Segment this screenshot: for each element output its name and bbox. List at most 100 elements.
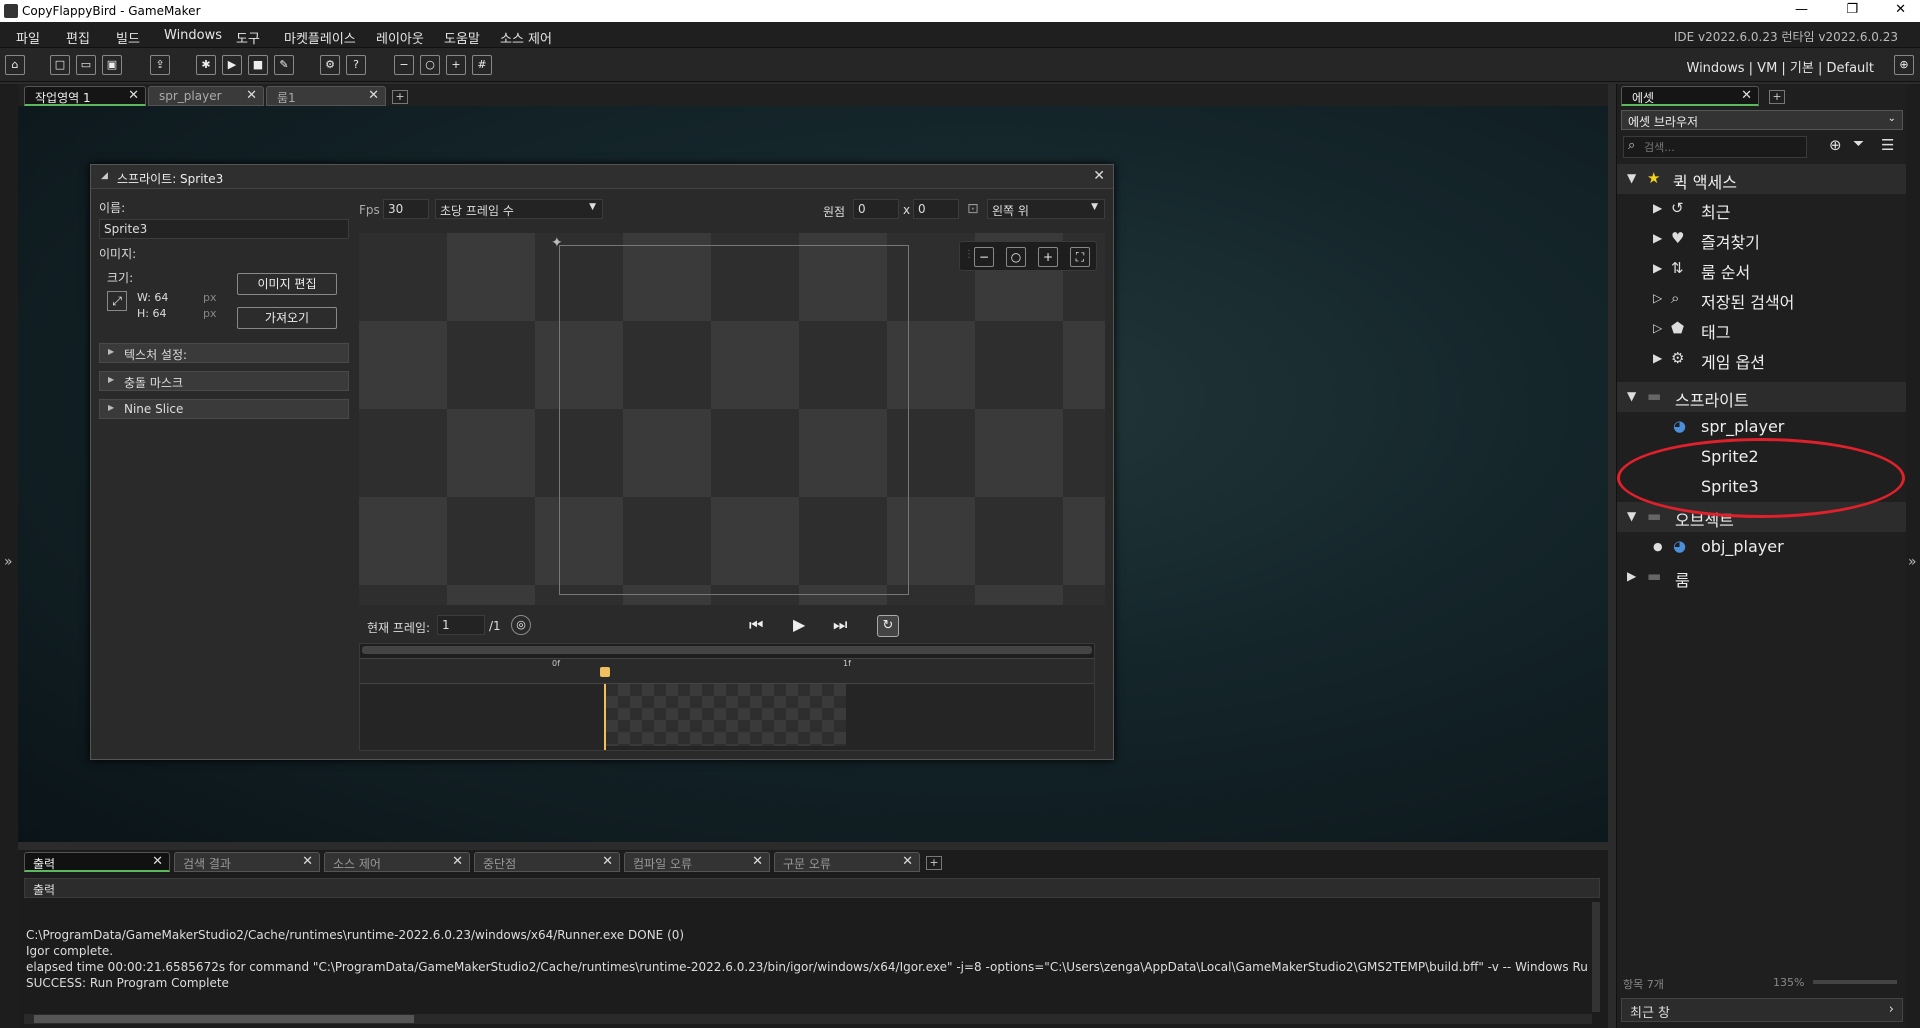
tab-source-control[interactable]: 소스 제어 ✕: [324, 852, 470, 872]
close-icon[interactable]: ✕: [128, 88, 139, 103]
add-asset-icon[interactable]: ⊕: [1829, 136, 1842, 154]
origin-x-input[interactable]: 0: [853, 199, 899, 219]
close-icon[interactable]: ✕: [452, 854, 463, 869]
settings-icon[interactable]: ⚙: [320, 55, 340, 75]
onion-skin-icon[interactable]: ◎: [511, 615, 531, 635]
menu-help[interactable]: 도움말: [444, 28, 480, 47]
origin-marker-icon[interactable]: ✦: [551, 235, 563, 251]
close-icon[interactable]: ✕: [602, 854, 613, 869]
origin-y-input[interactable]: 0: [913, 199, 959, 219]
tab-syntax-errors[interactable]: 구문 오류 ✕: [774, 852, 920, 872]
fps-mode-select[interactable]: 초당 프레임 수 ▼: [435, 199, 603, 219]
close-icon[interactable]: ✕: [368, 88, 379, 103]
close-icon[interactable]: ✕: [902, 854, 913, 869]
left-dock-edge[interactable]: »: [0, 84, 18, 1028]
new-project-icon[interactable]: □: [50, 55, 70, 75]
playhead-marker[interactable]: [600, 667, 610, 677]
timeline-scroll[interactable]: [362, 646, 1092, 654]
fit-screen-icon[interactable]: ⛶: [1070, 247, 1090, 267]
quick-access-group[interactable]: ▼ ★ 퀵 액세스: [1617, 164, 1907, 194]
origin-preset-select[interactable]: 왼쪽 위 ▼: [987, 199, 1105, 219]
close-icon[interactable]: ✕: [1741, 88, 1752, 103]
scrollbar-thumb[interactable]: [34, 1015, 414, 1023]
zoom-out-icon[interactable]: −: [974, 247, 994, 267]
import-button[interactable]: 가져오기: [237, 307, 337, 329]
menu-icon[interactable]: ☰: [1881, 136, 1894, 154]
fps-input[interactable]: 30: [383, 199, 429, 219]
zoom-in-icon[interactable]: +: [1038, 247, 1058, 267]
tab-room-1[interactable]: 룸1 ✕: [266, 86, 386, 106]
output-vertical-scrollbar[interactable]: [1592, 902, 1600, 1012]
qa-item-favorites[interactable]: ▶ ♥ 즐겨찾기: [1617, 224, 1907, 254]
lock-icon[interactable]: ⊡: [967, 201, 979, 217]
qa-item-recent[interactable]: ▶ ↺ 최근: [1617, 194, 1907, 224]
target-selector[interactable]: Windows | VM | 기본 | Default: [1687, 57, 1875, 76]
run-icon[interactable]: ▶: [222, 55, 242, 75]
nine-slice-section[interactable]: ▶ Nine Slice: [99, 399, 349, 419]
frame-timeline[interactable]: 0f 1f: [359, 643, 1095, 751]
close-icon[interactable]: ✕: [1093, 168, 1105, 184]
tab-search-results[interactable]: 검색 결과 ✕: [174, 852, 320, 872]
sprite-name-input[interactable]: Sprite3: [99, 219, 349, 239]
drag-handle-icon[interactable]: ⋮: [964, 249, 974, 260]
asset-browser-select[interactable]: 에셋 브라우저 ⌄: [1621, 110, 1903, 130]
qa-item-saved-searches[interactable]: ▷ ⌕ 저장된 검색어: [1617, 284, 1907, 314]
output-horizontal-scrollbar[interactable]: [24, 1014, 1592, 1024]
close-icon[interactable]: ✕: [302, 854, 313, 869]
texture-settings-section[interactable]: ▶ 텍스처 설정:: [99, 343, 349, 363]
qa-item-room-order[interactable]: ▶ ⇅ 룸 순서: [1617, 254, 1907, 284]
tab-assets[interactable]: 에셋 ✕: [1621, 86, 1759, 106]
stop-icon[interactable]: ■: [248, 55, 268, 75]
close-icon[interactable]: ✕: [752, 854, 763, 869]
right-dock-edge[interactable]: »: [1906, 84, 1920, 1028]
tab-spr-player[interactable]: spr_player ✕: [148, 86, 264, 106]
menu-source-control[interactable]: 소스 제어: [500, 28, 552, 47]
grid-icon[interactable]: #: [472, 55, 492, 75]
clean-icon[interactable]: ✎: [274, 55, 294, 75]
menu-edit[interactable]: 편집: [66, 28, 90, 47]
sprite-editor-header[interactable]: ◢ 스프라이트: Sprite3 ✕: [91, 165, 1113, 189]
filter-icon[interactable]: ⏷: [1853, 136, 1864, 152]
menu-tools[interactable]: 도구: [236, 28, 260, 47]
rooms-group[interactable]: ▶ ▬ 룸: [1617, 562, 1907, 592]
frame-track[interactable]: [360, 684, 1094, 750]
current-frame-input[interactable]: 1: [437, 615, 485, 635]
target-gear-icon[interactable]: ⊕: [1894, 55, 1914, 75]
first-frame-icon[interactable]: ⏮: [749, 615, 763, 635]
menu-file[interactable]: 파일: [16, 28, 40, 47]
home-icon[interactable]: ⌂: [5, 55, 25, 75]
collapse-icon[interactable]: ◢: [101, 171, 108, 181]
tab-breakpoints[interactable]: 중단점 ✕: [474, 852, 620, 872]
close-icon[interactable]: ✕: [152, 854, 163, 869]
asset-obj-player[interactable]: ● ◕ obj_player: [1617, 532, 1907, 562]
asset-search-input[interactable]: [1644, 139, 1794, 155]
maximize-button[interactable]: ❐: [1846, 2, 1858, 17]
tab-compile-errors[interactable]: 컴파일 오류 ✕: [624, 852, 770, 872]
recent-windows-bar[interactable]: 최근 창 ›: [1621, 998, 1903, 1022]
edit-image-button[interactable]: 이미지 편집: [237, 273, 337, 295]
add-tab-button[interactable]: +: [392, 90, 408, 104]
close-button[interactable]: ✕: [1895, 2, 1906, 17]
export-icon[interactable]: ⇪: [150, 55, 170, 75]
tab-workspace-1[interactable]: 작업영역 1 ✕: [24, 86, 146, 106]
qa-item-tags[interactable]: ▷ ⬟ 태그: [1617, 314, 1907, 344]
minimize-button[interactable]: —: [1795, 2, 1808, 17]
help-icon[interactable]: ?: [346, 55, 366, 75]
menu-build[interactable]: 빌드: [116, 28, 140, 47]
add-tab-button[interactable]: +: [926, 856, 942, 870]
loop-icon[interactable]: ↻: [877, 615, 899, 637]
collision-mask-section[interactable]: ▶ 충돌 마스크: [99, 371, 349, 391]
qa-item-game-options[interactable]: ▶ ⚙ 게임 옵션: [1617, 344, 1907, 374]
add-tab-button[interactable]: +: [1769, 90, 1785, 104]
menu-windows[interactable]: Windows: [164, 28, 222, 43]
play-icon[interactable]: ▶: [793, 615, 805, 634]
asset-search-box[interactable]: ⌕: [1623, 136, 1807, 158]
zoom-reset-icon[interactable]: ○: [420, 55, 440, 75]
tab-output[interactable]: 출력 ✕: [24, 852, 170, 872]
expand-left-icon[interactable]: »: [4, 554, 13, 570]
zoom-out-icon[interactable]: −: [394, 55, 414, 75]
sprites-group[interactable]: ▼ ▬ 스프라이트: [1617, 382, 1907, 412]
expand-right-icon[interactable]: »: [1908, 554, 1917, 570]
zoom-slider[interactable]: [1813, 980, 1897, 984]
close-icon[interactable]: ✕: [246, 88, 257, 103]
